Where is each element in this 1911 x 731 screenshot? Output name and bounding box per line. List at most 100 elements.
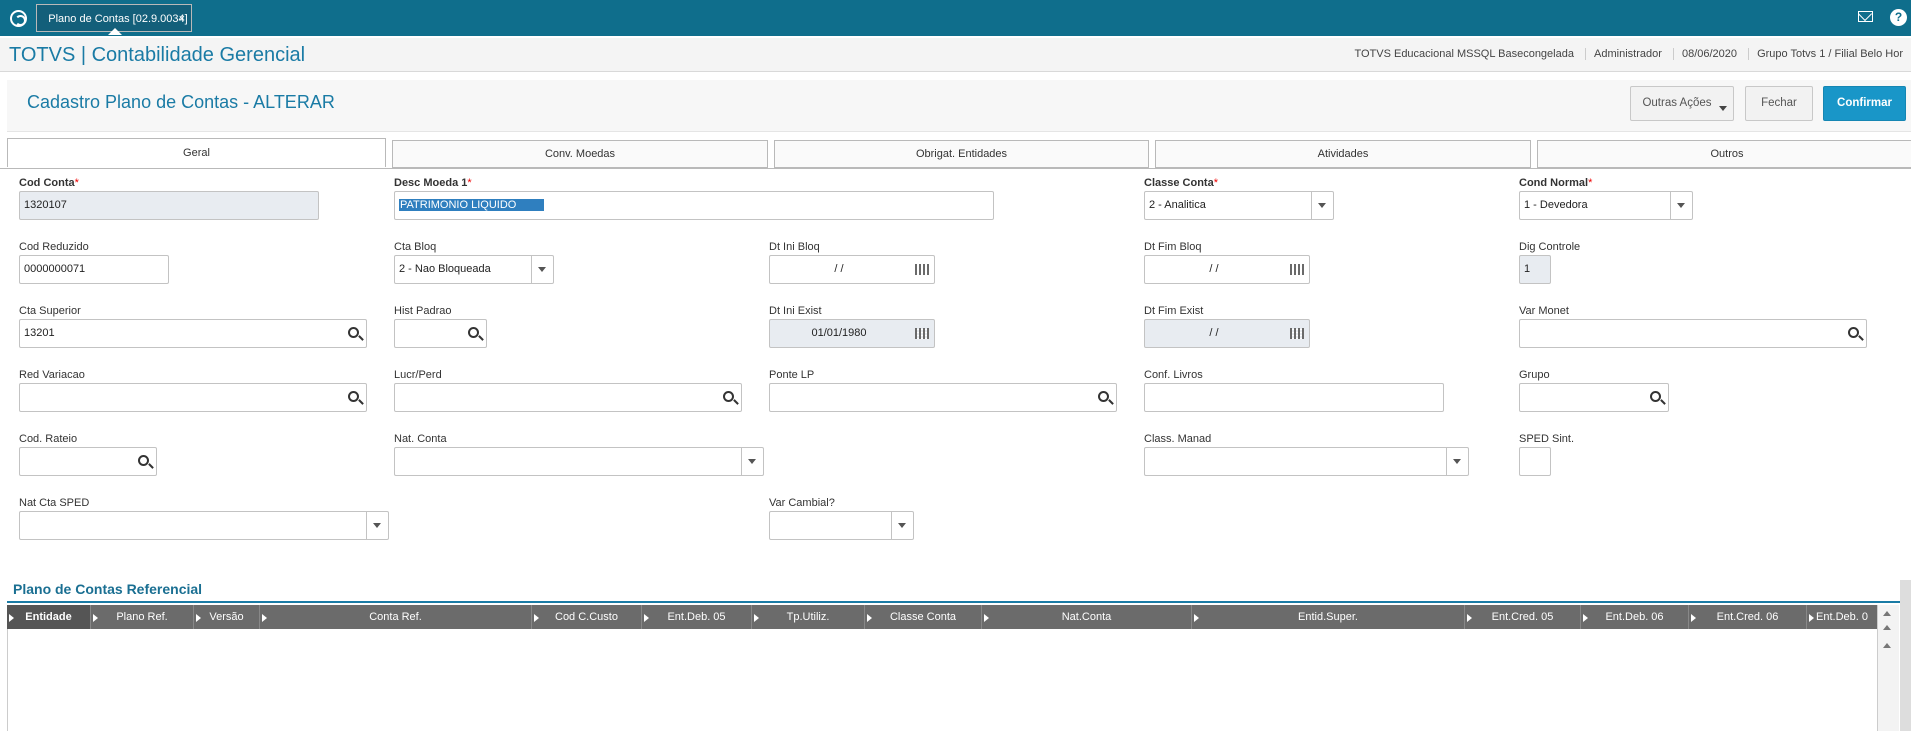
column-header-ent-deb-0[interactable]: Ent.Deb. 0 xyxy=(1807,605,1877,629)
expand-arrow-icon xyxy=(93,614,98,622)
expand-arrow-icon xyxy=(1467,614,1472,622)
desc-moeda-field[interactable]: PATRIMONIO LIQUIDO xyxy=(394,191,994,220)
dt-ini-exist-field[interactable]: 01/01/1980 xyxy=(769,319,935,348)
classe-conta-select[interactable]: 2 - Analitica xyxy=(1144,191,1334,220)
grid-header: Entidade Plano Ref. Versão Conta Ref. Co… xyxy=(7,605,1877,629)
dt-fim-exist-label: Dt Fim Exist xyxy=(1144,305,1204,317)
nat-cta-sped-select[interactable] xyxy=(19,511,389,540)
search-icon[interactable] xyxy=(1848,327,1859,338)
column-header-conta-ref[interactable]: Conta Ref. xyxy=(260,605,532,629)
dt-ini-bloq-field[interactable]: / / xyxy=(769,255,935,284)
grupo-label: Grupo xyxy=(1519,369,1550,381)
chevron-down-icon[interactable] xyxy=(891,512,913,539)
cond-normal-value: 1 - Devedora xyxy=(1524,199,1588,211)
column-header-cod-c-custo[interactable]: Cod C.Custo xyxy=(532,605,642,629)
tab-conv-moedas[interactable]: Conv. Moedas xyxy=(392,140,768,168)
conf-livros-field[interactable] xyxy=(1144,383,1444,412)
cond-normal-select[interactable]: 1 - Devedora xyxy=(1519,191,1693,220)
tab-atividades[interactable]: Atividades xyxy=(1155,140,1531,168)
scroll-page-up-icon[interactable] xyxy=(1883,643,1891,648)
hist-padrao-field[interactable] xyxy=(394,319,487,348)
chevron-down-icon[interactable] xyxy=(1670,192,1692,219)
search-icon[interactable] xyxy=(1098,391,1109,402)
var-cambial-select[interactable] xyxy=(769,511,914,540)
search-icon[interactable] xyxy=(348,391,359,402)
column-header-ent-deb-06[interactable]: Ent.Deb. 06 xyxy=(1581,605,1689,629)
search-icon[interactable] xyxy=(468,327,479,338)
cod-reduzido-field[interactable]: 0000000071 xyxy=(19,255,169,284)
calendar-icon[interactable] xyxy=(1290,264,1304,275)
grid-body[interactable] xyxy=(7,629,1877,731)
scroll-top-icon[interactable] xyxy=(1883,611,1891,616)
cta-bloq-select[interactable]: 2 - Nao Bloqueada xyxy=(394,255,554,284)
column-header-entidade[interactable]: Entidade xyxy=(7,605,91,629)
expand-arrow-icon xyxy=(644,614,649,622)
close-icon[interactable]: × xyxy=(179,5,185,33)
tab-outros[interactable]: Outros xyxy=(1537,140,1911,168)
fechar-button[interactable]: Fechar xyxy=(1745,86,1813,121)
calendar-icon[interactable] xyxy=(915,264,929,275)
grupo-field[interactable] xyxy=(1519,383,1669,412)
chevron-down-icon[interactable] xyxy=(1446,448,1468,475)
help-icon[interactable]: ? xyxy=(1890,9,1907,26)
cod-rateio-field[interactable] xyxy=(19,447,157,476)
lucr-perd-label: Lucr/Perd xyxy=(394,369,442,381)
ponte-lp-field[interactable] xyxy=(769,383,1117,412)
dt-fim-exist-value: / / xyxy=(1209,327,1219,339)
cta-superior-field[interactable]: 13201 xyxy=(19,319,367,348)
search-icon[interactable] xyxy=(1650,391,1661,402)
outras-acoes-button[interactable]: Outras Ações xyxy=(1630,86,1734,121)
class-manad-select[interactable] xyxy=(1144,447,1469,476)
confirmar-button[interactable]: Confirmar xyxy=(1823,86,1906,121)
calendar-icon[interactable] xyxy=(915,328,929,339)
user-label: Administrador xyxy=(1585,48,1670,60)
column-header-ent-cred-05[interactable]: Ent.Cred. 05 xyxy=(1465,605,1581,629)
tab-geral[interactable]: Geral xyxy=(7,138,386,167)
column-header-nat-conta[interactable]: Nat.Conta xyxy=(982,605,1192,629)
dt-fim-bloq-value: / / xyxy=(1209,263,1219,275)
nat-conta-select[interactable] xyxy=(394,447,764,476)
var-monet-field[interactable] xyxy=(1519,319,1867,348)
branch-label[interactable]: Grupo Totvs 1 / Filial Belo Hor xyxy=(1748,48,1911,60)
chevron-down-icon[interactable] xyxy=(741,448,763,475)
active-tab-indicator xyxy=(108,28,122,35)
cod-conta-field[interactable]: 1320107 xyxy=(19,191,319,220)
column-header-versao[interactable]: Versão xyxy=(194,605,260,629)
expand-arrow-icon xyxy=(1194,614,1199,622)
totvs-logo-icon[interactable] xyxy=(10,10,27,27)
expand-arrow-icon xyxy=(1691,614,1696,622)
column-header-classe-conta[interactable]: Classe Conta xyxy=(865,605,982,629)
session-info: TOTVS Educacional MSSQL Basecongelada Ad… xyxy=(1346,48,1911,60)
dt-ini-exist-label: Dt Ini Exist xyxy=(769,305,822,317)
scroll-up-icon[interactable] xyxy=(1883,625,1891,630)
cta-superior-label: Cta Superior xyxy=(19,305,81,317)
column-header-entid-super[interactable]: Entid.Super. xyxy=(1192,605,1465,629)
page-scrollbar[interactable] xyxy=(1900,580,1911,731)
page-header: Cadastro Plano de Contas - ALTERAR xyxy=(7,80,1911,132)
expand-arrow-icon xyxy=(262,614,267,622)
search-icon[interactable] xyxy=(348,327,359,338)
desc-moeda-label: Desc Moeda 1* xyxy=(394,177,472,189)
chevron-down-icon[interactable] xyxy=(1311,192,1333,219)
dt-fim-bloq-field[interactable]: / / xyxy=(1144,255,1310,284)
vertical-scrollbar[interactable] xyxy=(1877,605,1899,731)
column-header-ent-cred-06[interactable]: Ent.Cred. 06 xyxy=(1689,605,1807,629)
dig-controle-field[interactable]: 1 xyxy=(1519,255,1551,284)
search-icon[interactable] xyxy=(723,391,734,402)
dt-fim-exist-field[interactable]: / / xyxy=(1144,319,1310,348)
chevron-down-icon[interactable] xyxy=(366,512,388,539)
search-icon[interactable] xyxy=(138,455,149,466)
sped-sint-field[interactable] xyxy=(1519,447,1551,476)
calendar-icon[interactable] xyxy=(1290,328,1304,339)
mail-icon[interactable] xyxy=(1858,11,1873,22)
tab-obrigat-entidades[interactable]: Obrigat. Entidades xyxy=(774,140,1149,168)
cod-rateio-label: Cod. Rateio xyxy=(19,433,78,445)
column-header-plano-ref[interactable]: Plano Ref. xyxy=(91,605,194,629)
date-label: 08/06/2020 xyxy=(1672,48,1746,60)
column-header-tp-utiliz[interactable]: Tp.Utiliz. xyxy=(752,605,865,629)
chevron-down-icon[interactable] xyxy=(531,256,553,283)
column-header-ent-deb-05[interactable]: Ent.Deb. 05 xyxy=(642,605,752,629)
red-variacao-field[interactable] xyxy=(19,383,367,412)
expand-arrow-icon xyxy=(534,614,539,622)
lucr-perd-field[interactable] xyxy=(394,383,742,412)
